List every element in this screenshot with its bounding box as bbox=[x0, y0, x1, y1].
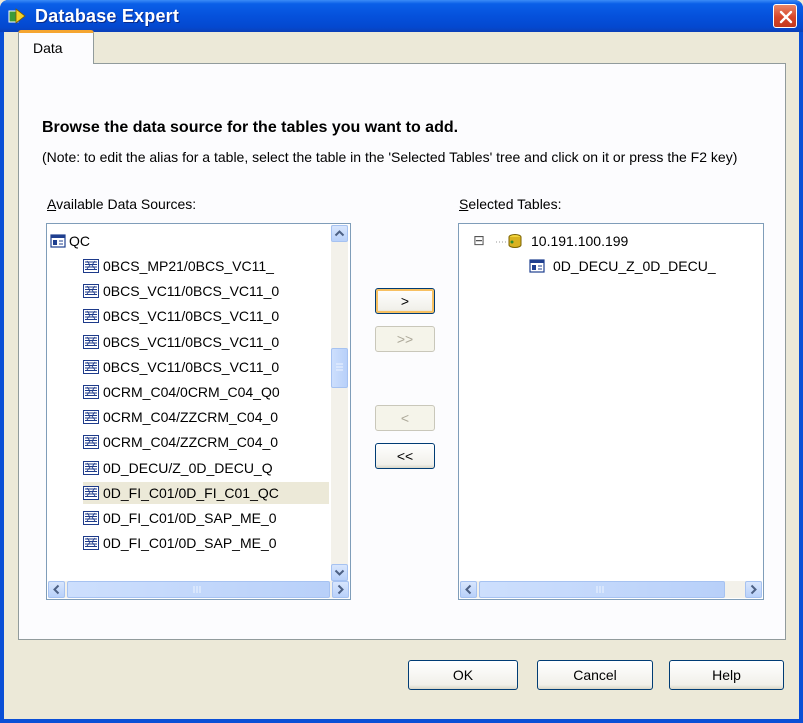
tree-table-node[interactable]: 0D_DECU_Z_0D_DECU_ bbox=[529, 255, 759, 277]
selected-label-accelerator: S bbox=[459, 196, 469, 212]
tab-data-label: Data bbox=[33, 40, 63, 56]
window-title: Database Expert bbox=[35, 6, 180, 26]
add-all-tables-button[interactable]: >> bbox=[375, 326, 435, 352]
query-icon bbox=[83, 409, 99, 425]
horizontal-scroll-thumb[interactable] bbox=[479, 581, 725, 598]
scroll-left-button[interactable] bbox=[48, 581, 65, 598]
table-icon bbox=[529, 259, 545, 273]
query-icon bbox=[83, 334, 99, 350]
list-item[interactable]: 0CRM_C04/ZZCRM_C04_0 bbox=[83, 406, 329, 428]
list-item[interactable]: 0D_DECU/Z_0D_DECU_Q bbox=[83, 457, 329, 479]
chevron-left-icon bbox=[465, 584, 472, 595]
query-icon bbox=[83, 510, 99, 526]
list-item[interactable]: 0D_FI_C01/0D_SAP_ME_0 bbox=[83, 507, 329, 529]
list-item-label: 0CRM_C04/ZZCRM_C04_0 bbox=[103, 409, 279, 426]
list-item-label: 0BCS_VC11/0BCS_VC11_0 bbox=[103, 283, 280, 300]
selected-horizontal-scrollbar[interactable] bbox=[460, 581, 762, 598]
grip-icon bbox=[193, 586, 201, 593]
list-item-label: 0BCS_MP21/0BCS_VC11_ bbox=[103, 258, 274, 274]
available-label-text: vailable Data Sources: bbox=[56, 196, 197, 212]
server-node-label: 10.191.100.199 bbox=[531, 233, 629, 249]
query-icon bbox=[83, 434, 99, 450]
list-item-label: 0CRM_C04/ZZCRM_C04_0 bbox=[103, 434, 279, 451]
query-icon bbox=[83, 460, 99, 476]
chevron-left-icon bbox=[53, 584, 60, 595]
selected-label-text: elected Tables: bbox=[468, 196, 562, 212]
chevron-down-icon bbox=[334, 569, 345, 576]
server-icon bbox=[508, 234, 522, 248]
chevron-right-icon bbox=[337, 584, 344, 595]
list-item[interactable]: 0BCS_VC11/0BCS_VC11_0 bbox=[83, 356, 329, 378]
chevron-right-icon bbox=[750, 584, 757, 595]
list-item-label: 0D_FI_C01/0D_SAP_ME_0 bbox=[103, 510, 277, 526]
query-icon bbox=[83, 384, 99, 400]
grip-icon bbox=[596, 586, 604, 593]
selected-tables-label: Selected Tables: bbox=[459, 196, 561, 212]
scroll-right-button[interactable] bbox=[745, 581, 762, 598]
grip-icon bbox=[336, 363, 343, 371]
ok-button[interactable]: OK bbox=[408, 660, 518, 690]
list-item[interactable]: 0BCS_VC11/0BCS_VC11_0 bbox=[83, 305, 329, 327]
alias-note: (Note: to edit the alias for a table, se… bbox=[42, 149, 738, 165]
list-item[interactable]: 0BCS_VC11/0BCS_VC11_0 bbox=[83, 331, 329, 353]
query-icon bbox=[83, 308, 99, 324]
list-item[interactable]: 0BCS_MP21/0BCS_VC11_ bbox=[83, 255, 329, 277]
remove-all-tables-button[interactable]: << bbox=[375, 443, 435, 469]
query-icon bbox=[83, 485, 99, 501]
selected-tables-tree[interactable]: ⊟ 10.191.100.199 0D_DECU_Z_0D_DECU_ bbox=[458, 223, 764, 600]
list-item[interactable]: 0D_FI_C01/0D_FI_C01_QC bbox=[83, 481, 329, 504]
close-button[interactable] bbox=[773, 4, 797, 28]
list-item-label: 0D_DECU/Z_0D_DECU_Q bbox=[103, 459, 273, 476]
remove-table-button[interactable]: < bbox=[375, 405, 435, 431]
close-icon bbox=[779, 10, 793, 24]
database-icon bbox=[50, 234, 66, 248]
query-icon bbox=[83, 359, 99, 375]
table-node-label: 0D_DECU_Z_0D_DECU_ bbox=[553, 258, 716, 274]
query-icon bbox=[83, 258, 99, 274]
scroll-right-button[interactable] bbox=[332, 581, 349, 598]
database-expert-icon bbox=[8, 8, 26, 24]
query-icon bbox=[83, 283, 99, 299]
tree-server-node[interactable]: ⊟ 10.191.100.199 bbox=[473, 230, 753, 252]
tab-data[interactable]: Data bbox=[18, 30, 94, 64]
list-item-label: 0D_FI_C01/0D_FI_C01_QC bbox=[103, 484, 279, 501]
available-data-sources-label: Available Data Sources: bbox=[47, 196, 196, 212]
available-vertical-scrollbar[interactable] bbox=[331, 225, 348, 581]
scroll-down-button[interactable] bbox=[331, 564, 348, 581]
list-item[interactable]: 0CRM_C04/0CRM_C04_Q0 bbox=[83, 381, 329, 403]
chevron-up-icon bbox=[334, 230, 345, 237]
add-table-button[interactable]: > bbox=[375, 288, 435, 314]
query-icon bbox=[83, 535, 99, 551]
scroll-thumb[interactable] bbox=[331, 348, 348, 388]
instructions-heading: Browse the data source for the tables yo… bbox=[42, 119, 459, 136]
title-bar[interactable]: Database Expert bbox=[0, 0, 803, 32]
list-item-label: 0CRM_C04/0CRM_C04_Q0 bbox=[103, 384, 280, 400]
list-item[interactable]: 0D_FI_C01/0D_SAP_ME_0 bbox=[83, 532, 329, 554]
list-item-label: 0BCS_VC11/0BCS_VC11_0 bbox=[103, 333, 280, 350]
list-item[interactable]: 0BCS_VC11/0BCS_VC11_0 bbox=[83, 280, 329, 302]
collapse-icon[interactable]: ⊟ bbox=[473, 232, 485, 249]
available-label-accelerator: A bbox=[47, 196, 57, 212]
horizontal-scroll-thumb[interactable] bbox=[67, 581, 330, 598]
tree-root-label: QC bbox=[69, 233, 90, 249]
list-item[interactable]: 0CRM_C04/ZZCRM_C04_0 bbox=[83, 431, 329, 453]
list-item-label: 0D_FI_C01/0D_SAP_ME_0 bbox=[103, 535, 277, 552]
help-button[interactable]: Help bbox=[669, 660, 784, 690]
tree-root-qc[interactable]: QC bbox=[49, 230, 329, 252]
database-expert-window: Database Expert Data Browse the data sou… bbox=[0, 0, 803, 723]
list-item-label: 0BCS_VC11/0BCS_VC11_0 bbox=[103, 308, 280, 325]
cancel-button[interactable]: Cancel bbox=[537, 660, 653, 690]
scroll-left-button[interactable] bbox=[460, 581, 477, 598]
available-data-sources-tree[interactable]: QC 0BCS_MP21/0BCS_VC11_ 0BCS_VC11/0BCS_VC… bbox=[46, 223, 351, 600]
scroll-up-button[interactable] bbox=[331, 225, 348, 242]
available-horizontal-scrollbar[interactable] bbox=[48, 581, 349, 598]
list-item-label: 0BCS_VC11/0BCS_VC11_0 bbox=[103, 358, 280, 375]
